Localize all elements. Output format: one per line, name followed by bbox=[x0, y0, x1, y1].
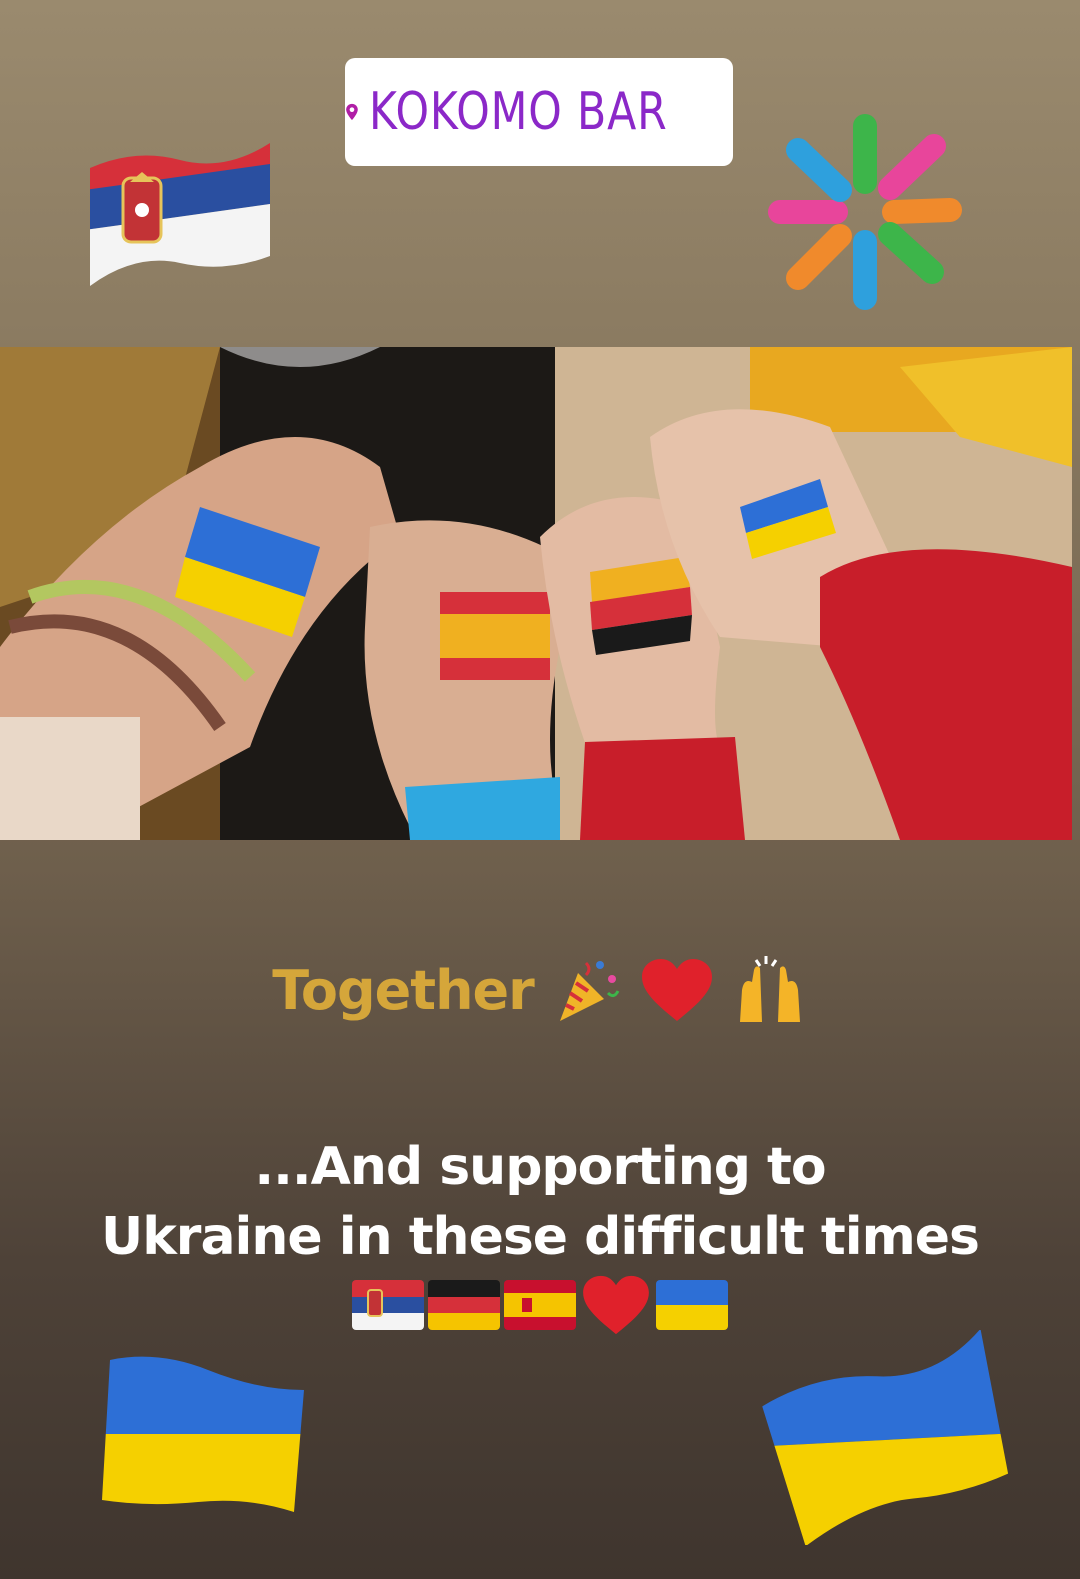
ukraine-flag-icon bbox=[656, 1280, 728, 1330]
location-label: KOKOMO BAR bbox=[368, 82, 668, 142]
caption-support-line1: ...And supporting to bbox=[254, 1137, 826, 1197]
map-pin-icon bbox=[346, 103, 358, 121]
flag-emoji-row bbox=[0, 1275, 1080, 1335]
party-popper-icon bbox=[559, 961, 620, 1021]
ukraine-flag-icon[interactable] bbox=[98, 1352, 308, 1522]
caption-support: ...And supporting to Ukraine in these di… bbox=[0, 1132, 1080, 1272]
germany-flag-icon bbox=[428, 1280, 500, 1330]
serbia-flag-icon bbox=[352, 1280, 424, 1330]
painted-hands-photo bbox=[0, 347, 1072, 840]
together-text: Together bbox=[272, 958, 535, 1022]
spain-flag-icon bbox=[504, 1280, 576, 1330]
serbia-flag-icon[interactable] bbox=[85, 138, 275, 290]
caption-together: Together bbox=[0, 950, 1080, 1030]
red-heart-icon bbox=[583, 1275, 649, 1335]
ukraine-flag-icon[interactable] bbox=[760, 1330, 1008, 1545]
colorful-asterisk-icon[interactable] bbox=[768, 112, 963, 312]
caption-support-line2: Ukraine in these difficult times bbox=[101, 1207, 980, 1267]
raising-hands-icon bbox=[739, 956, 800, 1022]
red-heart-icon bbox=[641, 959, 712, 1021]
location-sticker[interactable]: KOKOMO BAR bbox=[345, 58, 733, 166]
